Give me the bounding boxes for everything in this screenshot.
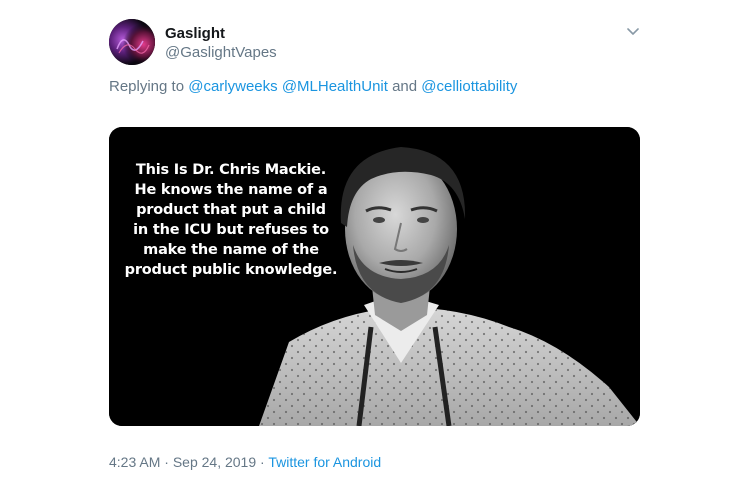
tweet-image[interactable]: This Is Dr. Chris Mackie. He knows the n… xyxy=(109,127,640,426)
caption-line: This Is Dr. Chris Mackie. xyxy=(135,162,327,178)
mention-celliottability[interactable]: @celliottability xyxy=(421,78,517,95)
caption-line: He knows the name of a xyxy=(134,182,328,198)
tweet-time[interactable]: 4:23 AM xyxy=(109,454,160,470)
author-handle[interactable]: @GaslightVapes xyxy=(165,44,277,62)
mention-mlhealthunit[interactable]: @MLHealthUnit xyxy=(282,78,388,95)
avatar[interactable] xyxy=(109,19,155,65)
reply-conjunction: and xyxy=(392,78,418,95)
tweet-metadata: 4:23 AM · Sep 24, 2019 · Twitter for And… xyxy=(109,453,381,471)
meta-separator: · xyxy=(260,454,265,470)
replying-to-label: Replying to xyxy=(109,78,185,95)
author-display-name[interactable]: Gaslight xyxy=(165,25,225,43)
replying-to-line: Replying to @carlyweeks @MLHealthUnit an… xyxy=(109,78,517,96)
tweet-source-link[interactable]: Twitter for Android xyxy=(268,454,381,470)
caption-line: product that put a child xyxy=(136,202,326,218)
tweet: Gaslight @GaslightVapes Replying to @car… xyxy=(0,0,750,500)
image-caption: This Is Dr. Chris Mackie. He knows the n… xyxy=(115,160,347,280)
caption-line: product public knowledge. xyxy=(124,262,338,278)
avatar-image xyxy=(109,19,155,65)
mention-carlyweeks[interactable]: @carlyweeks xyxy=(188,78,277,95)
meta-separator: · xyxy=(164,454,169,470)
caption-line: make the name of the xyxy=(143,242,319,258)
chevron-down-icon[interactable] xyxy=(624,25,642,39)
tweet-date[interactable]: Sep 24, 2019 xyxy=(173,454,256,470)
caption-line: in the ICU but refuses to xyxy=(133,222,329,238)
